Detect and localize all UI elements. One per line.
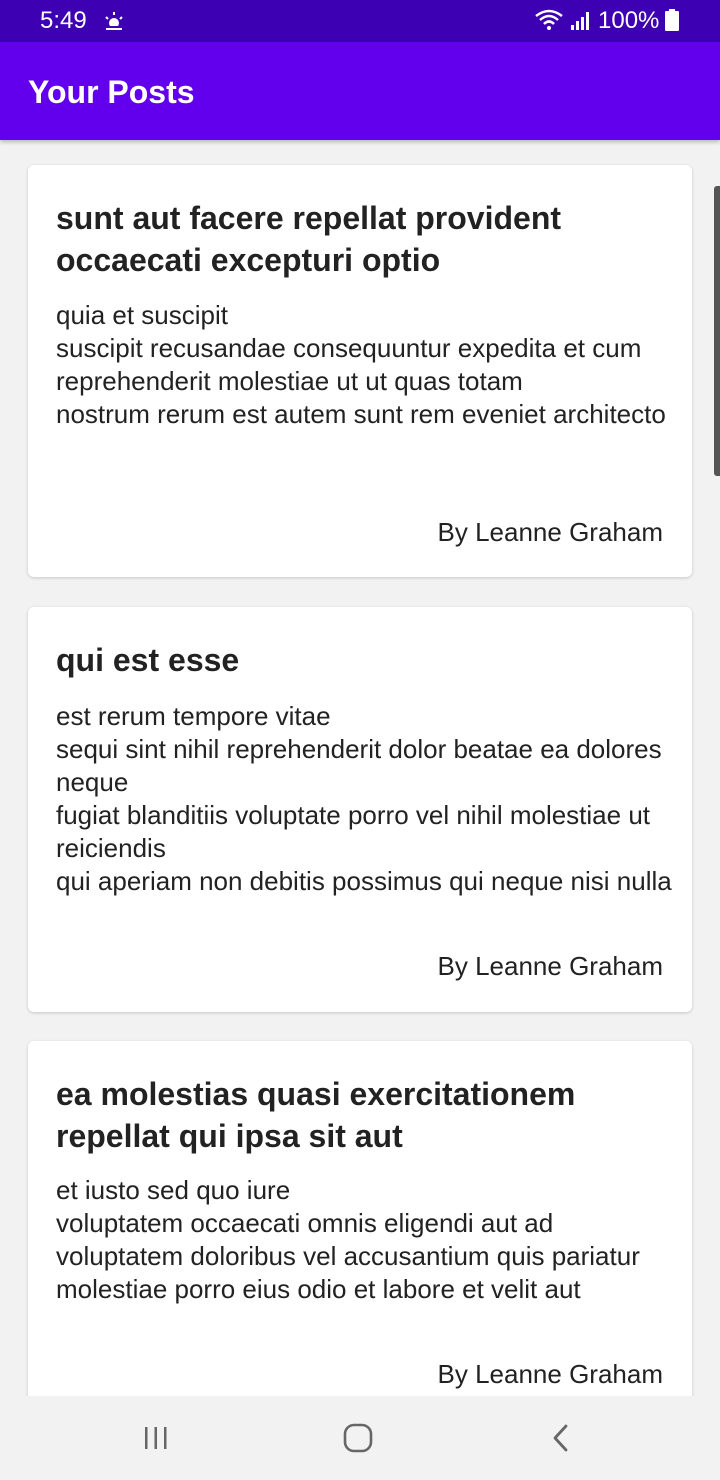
signal-icon <box>571 12 589 30</box>
status-bar: 5:49 100% <box>0 0 720 42</box>
posts-list[interactable]: sunt aut facere repellat provident occae… <box>0 140 720 1396</box>
post-card[interactable]: ea molestias quasi exercitationem repell… <box>28 1041 692 1396</box>
home-button[interactable] <box>336 1416 380 1460</box>
post-title: qui est esse <box>56 642 240 678</box>
post-title: sunt aut facere repellat provident occae… <box>56 200 562 278</box>
back-icon <box>553 1424 568 1452</box>
recents-button[interactable] <box>134 1416 178 1460</box>
post-card[interactable]: sunt aut facere repellat provident occae… <box>28 165 692 577</box>
recents-icon <box>145 1427 167 1449</box>
post-author: By Leanne Graham <box>437 517 663 547</box>
scrollbar[interactable] <box>714 186 720 476</box>
post-author: By Leanne Graham <box>437 1359 663 1389</box>
home-icon <box>343 1423 373 1453</box>
app-bar: Your Posts <box>0 42 720 140</box>
status-time: 5:49 <box>40 7 87 34</box>
wifi-icon <box>535 9 563 30</box>
weather-sun-icon <box>105 12 123 30</box>
post-card[interactable]: qui est esse est rerum tempore vitae seq… <box>28 607 692 1012</box>
post-body: quia et suscipit suscipit recusandae con… <box>56 300 666 429</box>
back-button[interactable] <box>538 1416 582 1460</box>
post-body: est rerum tempore vitae sequi sint nihil… <box>56 701 672 896</box>
battery-percentage: 100% <box>598 7 660 34</box>
post-title: ea molestias quasi exercitationem repell… <box>56 1076 576 1154</box>
system-nav-bar <box>0 1396 720 1480</box>
post-body: et iusto sed quo iure voluptatem occaeca… <box>56 1175 640 1304</box>
page-title: Your Posts <box>28 74 195 110</box>
battery-icon <box>665 9 679 31</box>
post-author: By Leanne Graham <box>437 951 663 981</box>
